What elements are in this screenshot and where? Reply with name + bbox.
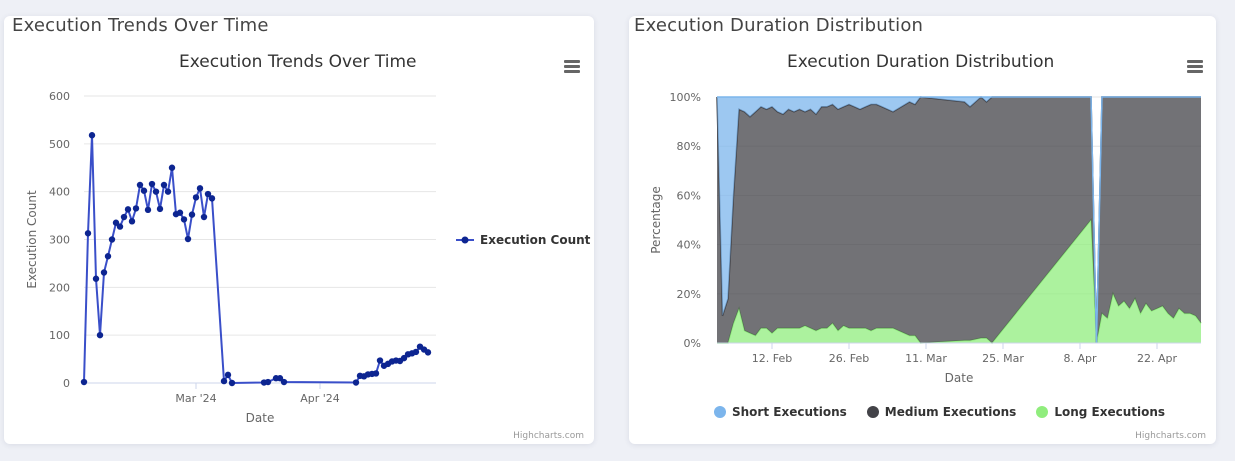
data-point [200, 213, 208, 221]
data-point [228, 379, 236, 387]
legend-item-long[interactable]: Long Executions [1036, 405, 1165, 419]
line-chart: 0 100 200 300 400 500 600 Mar '24 Apr '24 Date Exe… [25, 90, 436, 425]
legend-dot-icon [1036, 406, 1049, 418]
data-point [108, 236, 116, 243]
x-tick-label: 26. Feb [829, 352, 869, 365]
legend-label: Execution Count [480, 233, 591, 247]
legend-label: Medium Executions [884, 405, 1017, 419]
data-point [116, 223, 124, 230]
x-tick-label: 25. Mar [982, 352, 1024, 365]
execution-trends-card: Execution Trends Over Time Execution Tre… [4, 15, 594, 444]
data-point [124, 206, 132, 213]
data-point [160, 181, 168, 189]
y-tick-label: 40% [677, 239, 701, 252]
x-tick-label: Apr '24 [300, 392, 340, 405]
data-point [132, 205, 140, 212]
data-point [280, 378, 288, 386]
data-point [196, 185, 204, 192]
data-point [80, 378, 88, 386]
data-point [84, 230, 92, 237]
data-point [352, 379, 360, 386]
legend-item-execution-count[interactable]: Execution Count [456, 233, 590, 247]
y-tick-label: 400 [49, 186, 70, 199]
data-point [424, 349, 432, 356]
y-tick-label: 0% [684, 337, 701, 350]
legend-symbol-icon [456, 236, 474, 244]
data-point [152, 188, 160, 195]
y-tick-label: 600 [49, 90, 70, 103]
data-point [88, 132, 96, 139]
data-point [184, 235, 192, 243]
y-tick-label: 60% [677, 189, 701, 202]
y-tick-label: 0 [63, 377, 70, 390]
data-point [144, 206, 152, 214]
data-point [168, 164, 176, 171]
data-point [208, 195, 216, 202]
series-area-medium [717, 97, 1201, 343]
data-point [192, 194, 200, 201]
area-chart: 0% 20% 40% 60% 80% 100% 12. Feb 26. Feb 11. Mar 2… [649, 91, 1202, 385]
credits-link[interactable]: Highcharts.com [513, 431, 584, 441]
legend-label: Short Executions [732, 405, 847, 419]
data-point [120, 213, 128, 221]
data-point [180, 216, 188, 223]
chart-legend: Short Executions Medium Executions Long … [714, 405, 1165, 419]
data-point [176, 209, 184, 216]
y-axis-title: Percentage [649, 186, 663, 254]
x-axis-title: Date [945, 371, 974, 385]
x-tick-label: 22. Apr [1137, 352, 1177, 365]
y-tick-label: 80% [677, 140, 701, 153]
data-point [164, 188, 172, 195]
series-line [83, 135, 429, 385]
data-point [264, 378, 272, 386]
legend-dot-icon [866, 406, 879, 418]
legend-dot-icon [714, 406, 726, 418]
data-point [104, 253, 112, 260]
data-point [188, 211, 196, 218]
x-tick-label: Mar '24 [175, 392, 216, 405]
data-point [412, 348, 420, 356]
legend-item-medium[interactable]: Medium Executions [866, 405, 1017, 419]
data-point [100, 269, 108, 276]
data-point [96, 331, 104, 339]
y-tick-label: 100% [670, 91, 701, 104]
data-point [372, 370, 380, 377]
data-point [128, 218, 136, 225]
y-axis-title: Execution Count [25, 190, 39, 289]
x-axis-title: Date [246, 411, 275, 425]
x-tick-label: 8. Apr [1063, 352, 1096, 365]
data-point [220, 377, 228, 385]
credits-link[interactable]: Highcharts.com [1135, 431, 1206, 441]
data-point [156, 205, 164, 213]
legend-item-short[interactable]: Short Executions [714, 405, 847, 419]
data-point [140, 187, 148, 194]
data-point [148, 180, 156, 188]
data-point [136, 181, 144, 189]
y-tick-label: 20% [677, 288, 701, 301]
y-tick-label: 100 [49, 329, 70, 342]
y-tick-label: 500 [49, 138, 70, 151]
x-tick-label: 11. Mar [905, 352, 947, 365]
data-point [224, 371, 232, 379]
execution-duration-card: Execution Duration Distribution Executio… [629, 15, 1216, 444]
data-point [376, 357, 384, 364]
y-tick-label: 200 [49, 281, 70, 294]
x-tick-label: 12. Feb [752, 352, 792, 365]
data-point [92, 275, 100, 282]
legend-label: Long Executions [1054, 405, 1166, 419]
y-tick-label: 300 [49, 234, 70, 247]
